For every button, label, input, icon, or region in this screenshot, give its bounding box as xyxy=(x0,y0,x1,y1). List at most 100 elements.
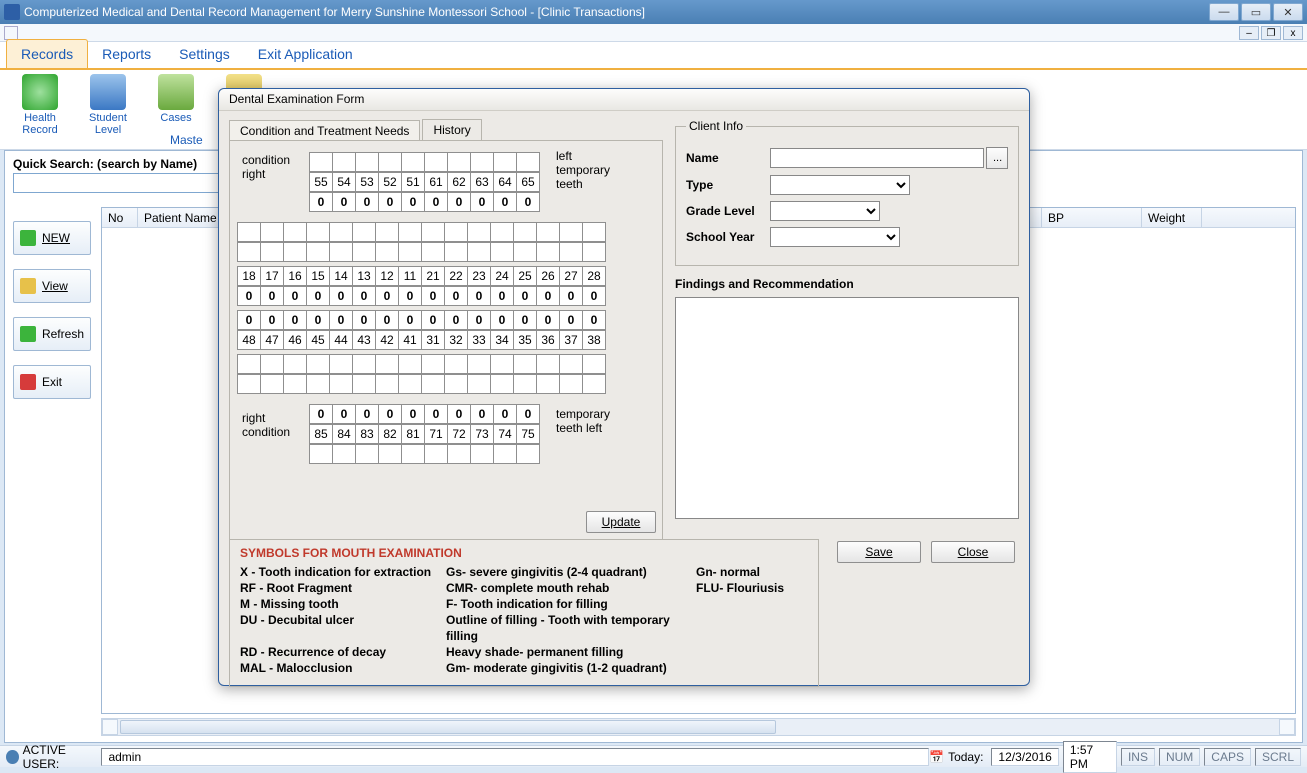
gap1-2[interactable] xyxy=(283,222,307,242)
gap3-9[interactable] xyxy=(444,354,468,374)
tab-condition[interactable]: Condition and Treatment Needs xyxy=(229,120,420,141)
gap2-14[interactable] xyxy=(559,242,583,262)
gap1-5[interactable] xyxy=(352,222,376,242)
mdi-restore-button[interactable]: ❐ xyxy=(1261,26,1281,40)
lt-input-bot-8[interactable] xyxy=(493,444,517,464)
gap2-2[interactable] xyxy=(283,242,307,262)
gap3-0[interactable] xyxy=(237,354,261,374)
lt-input-bot-5[interactable] xyxy=(424,444,448,464)
gap3-1[interactable] xyxy=(260,354,284,374)
gap2-1[interactable] xyxy=(260,242,284,262)
update-button[interactable]: Update xyxy=(586,511,656,533)
gap2-0[interactable] xyxy=(237,242,261,262)
gap2-8[interactable] xyxy=(421,242,445,262)
ut-input-top-5[interactable] xyxy=(424,152,448,172)
gap2-4[interactable] xyxy=(329,242,353,262)
gap4-3[interactable] xyxy=(306,374,330,394)
tab-reports[interactable]: Reports xyxy=(88,40,165,68)
gap2-6[interactable] xyxy=(375,242,399,262)
gap4-12[interactable] xyxy=(513,374,537,394)
gap1-12[interactable] xyxy=(513,222,537,242)
ut-input-top-9[interactable] xyxy=(516,152,540,172)
lt-input-bot-0[interactable] xyxy=(309,444,333,464)
gap4-13[interactable] xyxy=(536,374,560,394)
gap1-8[interactable] xyxy=(421,222,445,242)
col-weight[interactable]: Weight xyxy=(1142,208,1202,227)
window-minimize-button[interactable]: — xyxy=(1209,3,1239,21)
gap1-3[interactable] xyxy=(306,222,330,242)
gap3-5[interactable] xyxy=(352,354,376,374)
quick-search-input[interactable] xyxy=(13,173,231,193)
refresh-button[interactable]: Refresh xyxy=(13,317,91,351)
gap3-14[interactable] xyxy=(559,354,583,374)
gap1-10[interactable] xyxy=(467,222,491,242)
gap2-3[interactable] xyxy=(306,242,330,262)
gap2-15[interactable] xyxy=(582,242,606,262)
gap4-14[interactable] xyxy=(559,374,583,394)
ut-input-top-6[interactable] xyxy=(447,152,471,172)
window-maximize-button[interactable]: ▭ xyxy=(1241,3,1271,21)
name-browse-button[interactable]: ... xyxy=(986,147,1008,169)
gap4-11[interactable] xyxy=(490,374,514,394)
lt-input-bot-1[interactable] xyxy=(332,444,356,464)
gap3-15[interactable] xyxy=(582,354,606,374)
gap3-10[interactable] xyxy=(467,354,491,374)
window-close-button[interactable]: ✕ xyxy=(1273,3,1303,21)
col-no[interactable]: No xyxy=(102,208,138,227)
scroll-left-icon[interactable] xyxy=(102,719,118,735)
gap3-4[interactable] xyxy=(329,354,353,374)
gap3-8[interactable] xyxy=(421,354,445,374)
col-bp[interactable]: BP xyxy=(1042,208,1142,227)
tab-settings[interactable]: Settings xyxy=(165,40,244,68)
gap1-6[interactable] xyxy=(375,222,399,242)
findings-textarea[interactable] xyxy=(675,297,1019,519)
save-button[interactable]: Save xyxy=(837,541,921,563)
scroll-right-icon[interactable] xyxy=(1279,719,1295,735)
year-select[interactable] xyxy=(770,227,900,247)
gap2-10[interactable] xyxy=(467,242,491,262)
gap3-11[interactable] xyxy=(490,354,514,374)
ribbon-cases[interactable]: Cases xyxy=(144,74,208,124)
ribbon-health-record[interactable]: Health Record xyxy=(8,74,72,136)
gap1-15[interactable] xyxy=(582,222,606,242)
gap3-7[interactable] xyxy=(398,354,422,374)
exit-button[interactable]: Exit xyxy=(13,365,91,399)
lt-input-bot-6[interactable] xyxy=(447,444,471,464)
gap4-0[interactable] xyxy=(237,374,261,394)
lt-input-bot-4[interactable] xyxy=(401,444,425,464)
gap1-0[interactable] xyxy=(237,222,261,242)
name-input[interactable] xyxy=(770,148,984,168)
gap4-2[interactable] xyxy=(283,374,307,394)
lt-input-bot-3[interactable] xyxy=(378,444,402,464)
gap4-5[interactable] xyxy=(352,374,376,394)
ribbon-student-level[interactable]: Student Level xyxy=(76,74,140,136)
gap4-15[interactable] xyxy=(582,374,606,394)
view-button[interactable]: View xyxy=(13,269,91,303)
gap4-1[interactable] xyxy=(260,374,284,394)
mdi-minimize-button[interactable]: – xyxy=(1239,26,1259,40)
gap2-13[interactable] xyxy=(536,242,560,262)
ut-input-top-2[interactable] xyxy=(355,152,379,172)
lt-input-bot-7[interactable] xyxy=(470,444,494,464)
new-button[interactable]: NEW xyxy=(13,221,91,255)
lt-input-bot-2[interactable] xyxy=(355,444,379,464)
grid-hscroll[interactable] xyxy=(101,718,1296,736)
close-button[interactable]: Close xyxy=(931,541,1015,563)
gap3-13[interactable] xyxy=(536,354,560,374)
gap4-10[interactable] xyxy=(467,374,491,394)
ut-input-top-4[interactable] xyxy=(401,152,425,172)
gap2-5[interactable] xyxy=(352,242,376,262)
scroll-thumb[interactable] xyxy=(120,720,776,734)
type-select[interactable] xyxy=(770,175,910,195)
mdi-close-button[interactable]: x xyxy=(1283,26,1303,40)
gap4-6[interactable] xyxy=(375,374,399,394)
tab-history[interactable]: History xyxy=(422,119,481,140)
ut-input-top-7[interactable] xyxy=(470,152,494,172)
gap2-12[interactable] xyxy=(513,242,537,262)
ut-input-top-0[interactable] xyxy=(309,152,333,172)
gap1-13[interactable] xyxy=(536,222,560,242)
gap2-9[interactable] xyxy=(444,242,468,262)
gap1-11[interactable] xyxy=(490,222,514,242)
gap4-8[interactable] xyxy=(421,374,445,394)
gap4-4[interactable] xyxy=(329,374,353,394)
